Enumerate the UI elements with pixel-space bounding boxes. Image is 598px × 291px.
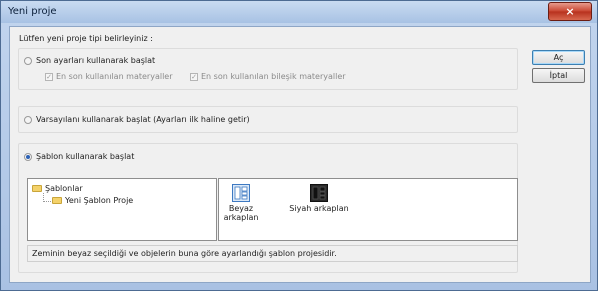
tree-item-new-template-project[interactable]: Yeni Şablon Proje [52, 196, 133, 205]
last-settings-group: Son ayarları kullanarak başlat ✓ En son … [18, 48, 518, 90]
template-white-background[interactable]: Beyaz arkaplan [223, 184, 259, 222]
dialog-title: Yeni proje [8, 6, 57, 17]
radio-indicator[interactable] [24, 115, 32, 124]
template-description: Zeminin beyaz seçildiği ve objelerin bun… [27, 245, 518, 262]
tree-item-label: Şablonlar [45, 184, 83, 193]
template-group: Şablon kullanarak başlat Şablonlar Yeni … [18, 143, 518, 273]
checkbox-label: En son kullanılan bileşik materyaller [201, 72, 346, 81]
checkbox-recent-composite-materials[interactable]: ✓ En son kullanılan bileşik materyaller [190, 72, 346, 81]
checkmark-icon[interactable]: ✓ [190, 72, 198, 81]
open-button[interactable]: Aç [532, 50, 585, 65]
template-black-background[interactable]: Siyah arkaplan [279, 184, 359, 213]
template-label: Beyaz [228, 204, 254, 213]
new-project-dialog: Yeni proje × Lütfen yeni proje tipi beli… [0, 0, 598, 291]
radio-default-settings[interactable]: Varsayılanı kullanarak başlat (Ayarları … [24, 115, 250, 124]
radio-indicator[interactable] [24, 56, 32, 65]
cancel-button[interactable]: İptal [532, 68, 585, 83]
template-label: Siyah arkaplan [289, 204, 349, 213]
radio-label: Son ayarları kullanarak başlat [36, 56, 156, 65]
checkbox-recent-materials[interactable]: ✓ En son kullanılan materyaller [45, 72, 173, 81]
template-tree[interactable]: Şablonlar Yeni Şablon Proje [27, 178, 217, 241]
radio-label: Şablon kullanarak başlat [36, 152, 135, 161]
radio-template[interactable]: Şablon kullanarak başlat [24, 152, 134, 161]
checkmark-icon[interactable]: ✓ [45, 72, 53, 81]
template-list[interactable]: Beyaz arkaplan Siyah arkaplan [218, 178, 518, 241]
tree-item-label: Yeni Şablon Proje [65, 196, 134, 205]
prompt-label: Lütfen yeni proje tipi belirleyiniz : [19, 34, 153, 43]
white-background-icon [232, 184, 250, 202]
radio-label: Varsayılanı kullanarak başlat (Ayarları … [36, 115, 250, 124]
radio-indicator[interactable] [24, 152, 32, 161]
close-icon: × [565, 5, 575, 18]
checkbox-label: En son kullanılan materyaller [56, 72, 173, 81]
default-settings-group: Varsayılanı kullanarak başlat (Ayarları … [18, 106, 518, 133]
template-label: arkaplan [223, 213, 259, 222]
close-button[interactable]: × [548, 2, 592, 21]
tree-item-templates[interactable]: Şablonlar [32, 184, 83, 193]
black-background-icon [310, 184, 328, 202]
folder-icon [52, 197, 62, 204]
folder-icon [32, 185, 42, 192]
title-bar[interactable]: Yeni proje × [1, 1, 597, 23]
radio-last-settings[interactable]: Son ayarları kullanarak başlat [24, 56, 155, 65]
dialog-body: Lütfen yeni proje tipi belirleyiniz : So… [9, 26, 591, 283]
tree-connector [43, 201, 51, 202]
description-text: Zeminin beyaz seçildiği ve objelerin bun… [32, 249, 337, 258]
